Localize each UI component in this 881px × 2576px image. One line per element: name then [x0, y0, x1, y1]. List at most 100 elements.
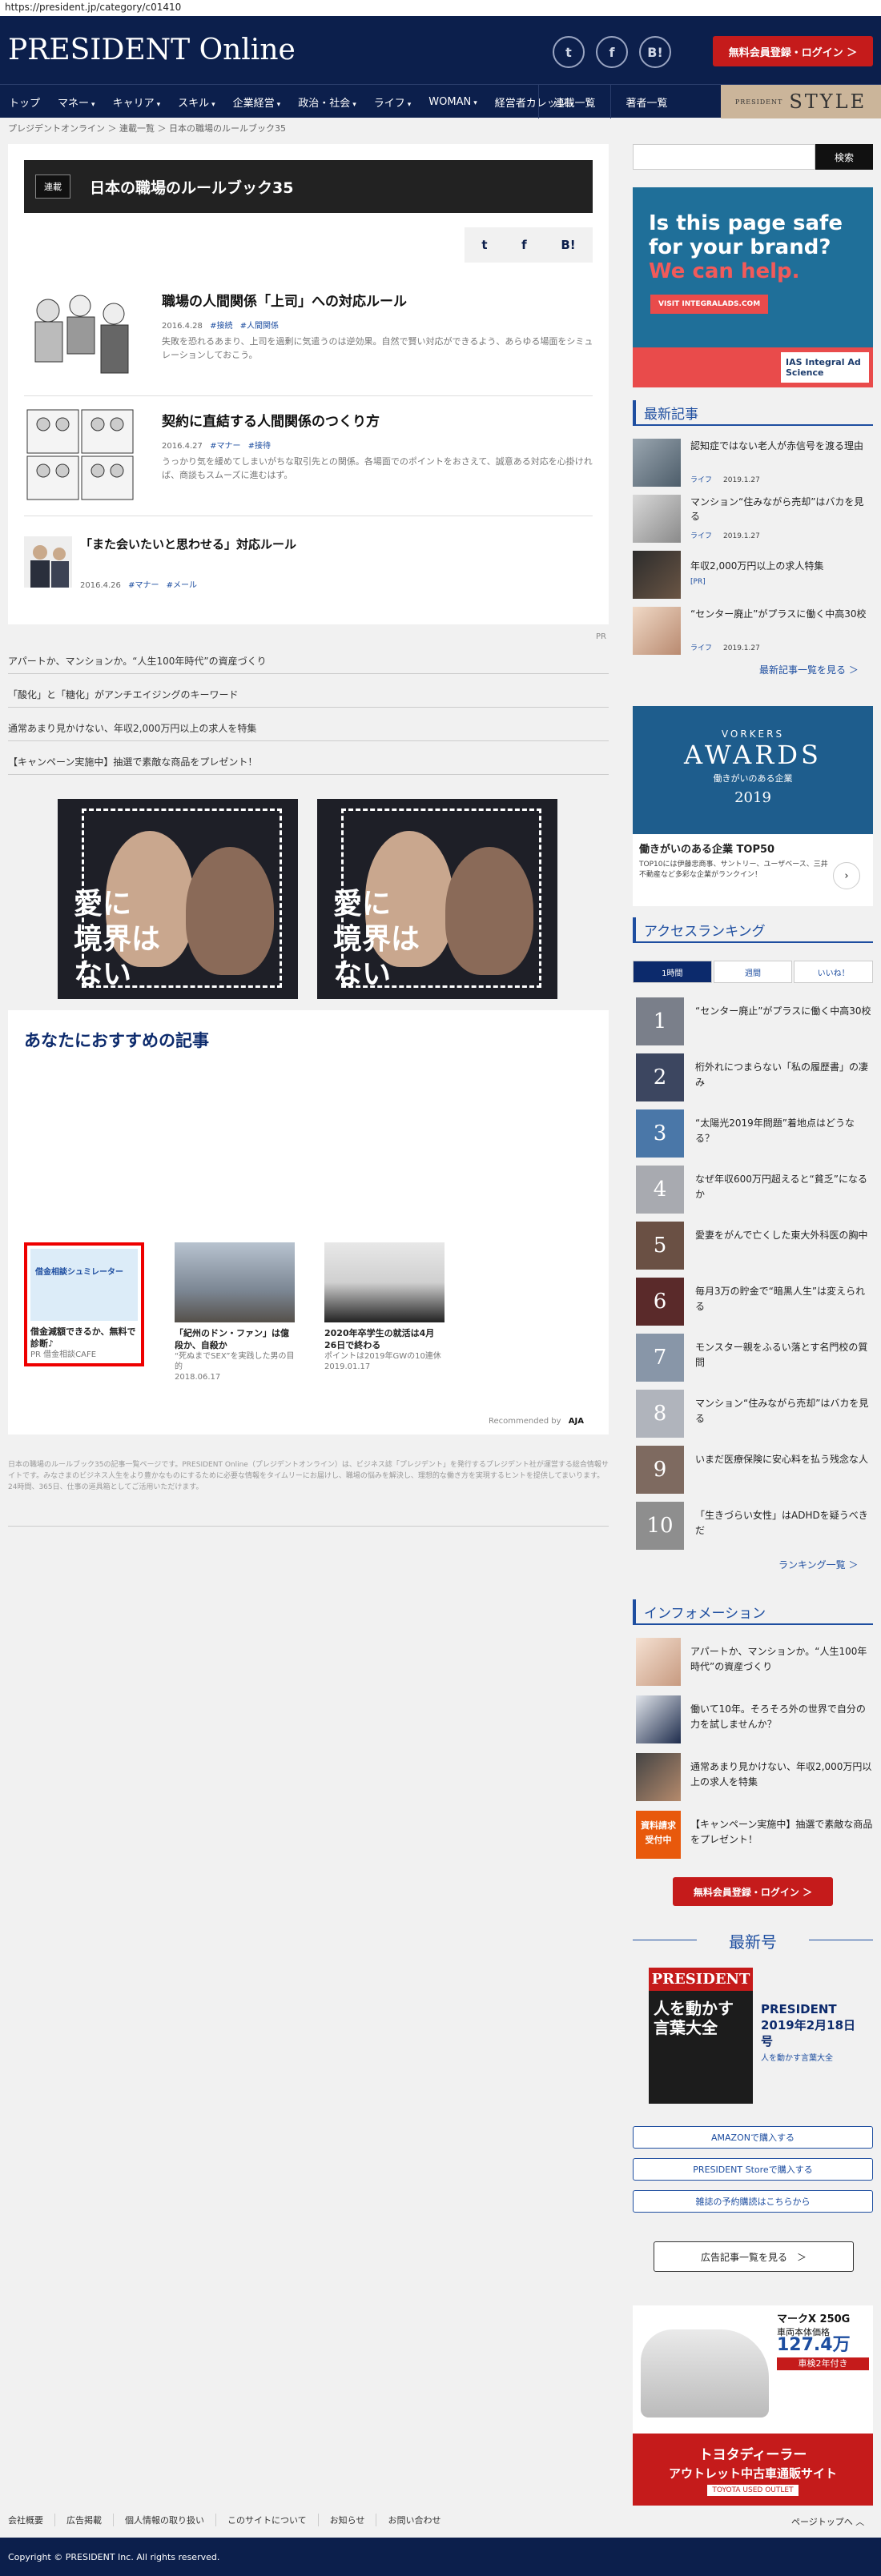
- ranking-item[interactable]: 6 毎月3万の貯金で“暗黒人生”は変えられる: [633, 1278, 873, 1327]
- ranking-item[interactable]: 5 愛妻をがんで亡くした東大外科医の胸中: [633, 1222, 873, 1271]
- chevron-right-icon[interactable]: ›: [833, 862, 860, 889]
- breadcrumb-home[interactable]: プレジデントオンライン: [8, 123, 105, 134]
- nav-item-skill[interactable]: スキル: [169, 94, 224, 110]
- hatena-icon[interactable]: B!: [639, 36, 671, 68]
- info-item[interactable]: アパートか、マンションか。“人生100年時代”の資産づくり: [633, 1638, 873, 1686]
- article-tag[interactable]: #メール: [167, 581, 197, 590]
- article-title[interactable]: 職場の人間関係「上司」への対応ルール: [162, 290, 407, 310]
- footer-link-company[interactable]: 会社概要: [8, 2514, 55, 2526]
- site-header: PRESIDENT Online t f B! 無料会員登録・ログイン ＞: [0, 16, 881, 84]
- footer-link-news[interactable]: お知らせ: [319, 2514, 377, 2526]
- article-tag[interactable]: #人間関係: [240, 322, 279, 331]
- nav-item-politics[interactable]: 政治・社会: [289, 94, 365, 110]
- ranking-item[interactable]: 7 モンスター親をふるい落とす名門校の質問: [633, 1334, 873, 1383]
- pr-link[interactable]: アパートか、マンションか。“人生100年時代”の資産づくり: [8, 648, 609, 674]
- article-tag[interactable]: #接続: [210, 322, 232, 331]
- footer-links: 会社概要 広告掲載 個人情報の取り扱い このサイトについて お知らせ お問い合わ…: [8, 2514, 452, 2526]
- page-top-link[interactable]: ページトップへ ︿: [791, 2515, 864, 2528]
- article-thumbnail[interactable]: [24, 407, 136, 503]
- ranking-item[interactable]: 3 “太陽光2019年問題”着地点はどうなる？: [633, 1109, 873, 1159]
- ad-banner-vorkers[interactable]: VORKERS AWARDS 働きがいのある企業 2019 働きがいのある企業 …: [633, 706, 873, 906]
- search-button[interactable]: 検索: [815, 144, 873, 170]
- nav-item-career[interactable]: キャリア: [104, 94, 170, 110]
- login-button[interactable]: 無料会員登録・ログイン ＞: [713, 36, 873, 66]
- footer-link-privacy[interactable]: 個人情報の取り扱い: [114, 2514, 216, 2526]
- article-tag[interactable]: #接待: [248, 442, 271, 451]
- nav-author-list[interactable]: 著者一覧: [610, 85, 682, 118]
- latest-item[interactable]: 年収2,000万円以上の求人特集 [PR]: [633, 551, 873, 599]
- pr-link[interactable]: 「酸化」と「糖化」がアンチエイジングのキーワード: [8, 682, 609, 708]
- footer-link-ads[interactable]: 広告掲載: [55, 2514, 114, 2526]
- breadcrumb-series[interactable]: 連載一覧: [119, 123, 155, 134]
- ranking-item[interactable]: 2 桁外れにつまらない「私の履歴書」の凄み: [633, 1053, 873, 1103]
- nav-item-money[interactable]: マネー: [49, 94, 104, 110]
- article-desc: 失敗を恐れるあまり、上司を過剰に気遣うのは逆効果。自然で賢い対応ができるよう、あ…: [162, 336, 593, 360]
- president-style-link[interactable]: PRESIDENT STYLE: [721, 85, 881, 118]
- subscribe-button[interactable]: 雑誌の予約購読はこちらから: [633, 2190, 873, 2213]
- issue-name[interactable]: PRESIDENT 2019年2月18日号: [761, 2001, 865, 2049]
- article-title[interactable]: 契約に直結する人間関係のつくり方: [162, 410, 380, 430]
- tab-weekly[interactable]: 週間: [713, 961, 793, 983]
- ranking-item[interactable]: 8 マンション“住みながら売却”はバカを見る: [633, 1390, 873, 1439]
- share-twitter-icon[interactable]: t: [481, 238, 487, 252]
- facebook-icon[interactable]: f: [596, 36, 628, 68]
- share-facebook-icon[interactable]: f: [521, 238, 527, 252]
- share-hatena-icon[interactable]: B!: [561, 238, 575, 252]
- ad-banner-ias[interactable]: Is this page safe for your brand? We can…: [633, 187, 873, 387]
- nav-item-life[interactable]: ライフ: [365, 94, 420, 110]
- list-item[interactable]: 職場の人間関係「上司」への対応ルール 2016.4.28 #接続 #人間関係 失…: [24, 287, 593, 383]
- article-title[interactable]: 「また会いたいと思わせる」対応ルール: [80, 536, 296, 553]
- recommend-item[interactable]: 2020年卒学生の就活は4月26日で終わる ポイントは2019年GWの10連休 …: [324, 1242, 445, 1372]
- site-logo[interactable]: PRESIDENT Online: [8, 34, 296, 66]
- info-item[interactable]: 資料請求受付中 【キャンペーン実施中】抽選で素敵な商品をプレゼント！: [633, 1811, 873, 1859]
- list-item[interactable]: 「また会いたいと思わせる」対応ルール 2016.4.26 #マナー #メール: [24, 536, 593, 592]
- tab-1hour[interactable]: 1時間: [633, 961, 712, 983]
- breadcrumb-current: 日本の職場のルールブック35: [169, 123, 286, 134]
- footer-link-about[interactable]: このサイトについて: [216, 2514, 319, 2526]
- recommend-item[interactable]: 借金相談シュミレーター 借金減額できるか、無料で診断♪ PR 借金相談CAFE: [24, 1242, 144, 1366]
- issue-subtitle: 人を動かす言葉大全: [761, 2054, 833, 2063]
- login-button-sidebar[interactable]: 無料会員登録・ログイン ＞: [673, 1877, 833, 1906]
- breadcrumb: プレジデントオンライン ＞ 連載一覧 ＞ 日本の職場のルールブック35: [8, 123, 286, 134]
- magazine-cover[interactable]: PRESIDENT 人を動かす言葉大全: [649, 1968, 753, 2104]
- footer-link-contact[interactable]: お問い合わせ: [376, 2514, 452, 2526]
- recommend-item[interactable]: 「紀州のドン・ファン」は億段か、自殺か “死ぬまでSEX”を実践した男の目的 2…: [175, 1242, 295, 1382]
- nav-series-list[interactable]: 連載一覧: [538, 85, 610, 118]
- info-heading: インフォメーション: [633, 1599, 873, 1625]
- article-tag[interactable]: #マナー: [128, 581, 159, 590]
- tab-likes[interactable]: いいね！: [794, 961, 874, 983]
- ad-articles-button[interactable]: 広告記事一覧を見る ＞: [654, 2241, 854, 2272]
- ad-banner[interactable]: 愛に 境界は ない: [317, 799, 557, 999]
- latest-item[interactable]: “センター廃止”がプラスに働く中高30校 ライフ 2019.1.27: [633, 607, 873, 655]
- ranking-item[interactable]: 10 「生きづらい女性」はADHDを疑うべきだ: [633, 1502, 873, 1551]
- info-item[interactable]: 働いて10年。そろそろ外の世界で自分の力を試しませんか？: [633, 1695, 873, 1743]
- buy-store-button[interactable]: PRESIDENT Storeで購入する: [633, 2158, 873, 2181]
- info-item[interactable]: 通常あまり見かけない、年収2,000万円以上の求人を特集: [633, 1753, 873, 1801]
- article-tag[interactable]: #マナー: [210, 442, 240, 451]
- latest-item[interactable]: 認知症ではない老人が赤信号を渡る理由 ライフ 2019.1.27: [633, 439, 873, 487]
- search-input[interactable]: [633, 144, 815, 170]
- list-item[interactable]: 契約に直結する人間関係のつくり方 2016.4.27 #マナー #接待 うっかり…: [24, 407, 593, 503]
- buy-amazon-button[interactable]: AMAZONで購入する: [633, 2126, 873, 2149]
- url-bar: https://president.jp/category/c01410: [0, 0, 881, 16]
- category-description: 日本の職場のルールブック35の記事一覧ページです。PRESIDENT Onlin…: [8, 1461, 609, 1491]
- ranking-item[interactable]: 4 なぜ年収600万円超えると“貧乏”になるか: [633, 1166, 873, 1215]
- ad-banner-toyota[interactable]: マークX 250G 車両本体価格 127.4万 車検2年付き トヨタディーラー …: [633, 2305, 873, 2506]
- twitter-icon[interactable]: t: [553, 36, 585, 68]
- article-thumbnail[interactable]: [24, 287, 136, 383]
- nav-item-business[interactable]: 企業経営: [224, 94, 290, 110]
- ranking-item[interactable]: 9 いまだ医療保険に安心料を払う残念な人: [633, 1446, 873, 1495]
- pr-link[interactable]: 通常あまり見かけない、年収2,000万円以上の求人を特集: [8, 716, 609, 741]
- nav-item-woman[interactable]: WOMAN: [420, 96, 485, 108]
- latest-item[interactable]: マンション“住みながら売却”はバカを見る ライフ 2019.1.27: [633, 495, 873, 543]
- article-thumbnail[interactable]: [24, 536, 72, 588]
- ad-cta[interactable]: VISIT INTEGRALADS.COM: [650, 295, 769, 314]
- series-tag: 連載: [35, 175, 70, 199]
- pr-link[interactable]: 【キャンペーン実施中】抽選で素敵な商品をプレゼント！: [8, 749, 609, 775]
- ad-banner[interactable]: 愛に 境界は ない: [58, 799, 298, 999]
- car-image: [641, 2329, 769, 2418]
- ranking-item[interactable]: 1 “センター廃止”がプラスに働く中高30校: [633, 997, 873, 1047]
- nav-item-top[interactable]: トップ: [0, 94, 49, 110]
- latest-more-link[interactable]: 最新記事一覧を見る ＞: [759, 663, 859, 676]
- ranking-more-link[interactable]: ランキング一覧 ＞: [778, 1558, 858, 1571]
